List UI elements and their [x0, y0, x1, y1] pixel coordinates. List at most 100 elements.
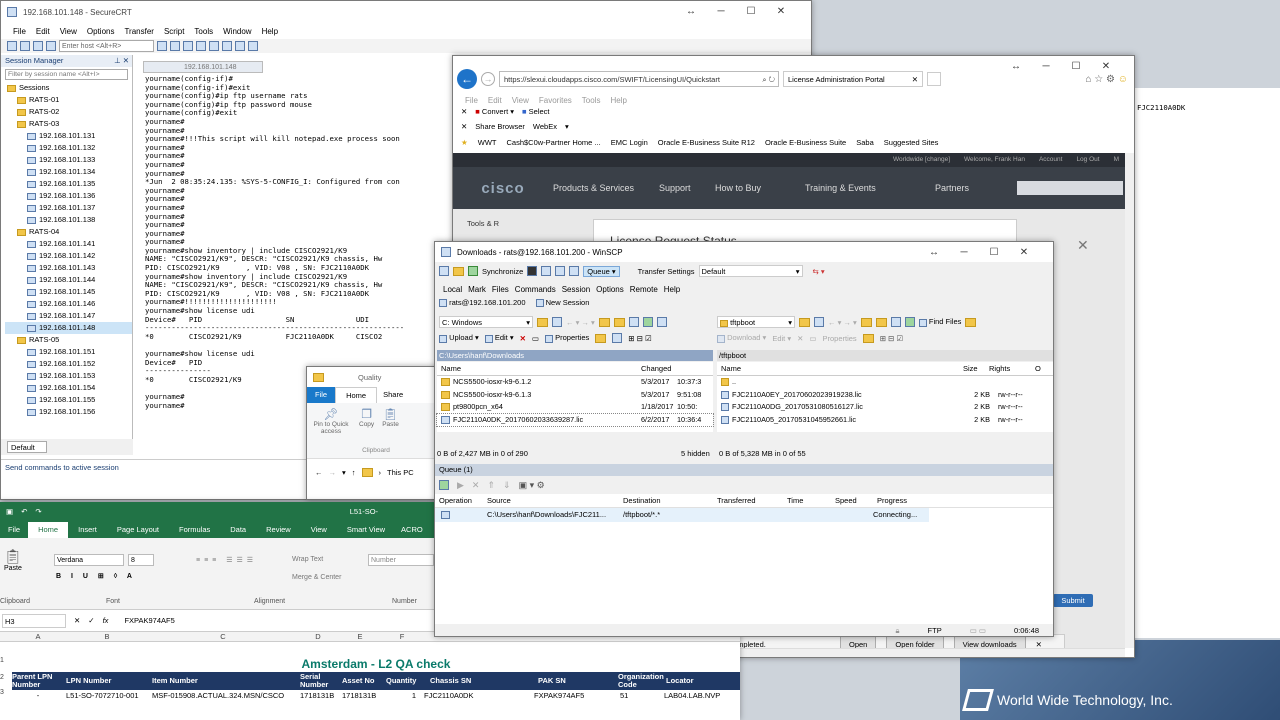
cell-pak[interactable]: FXPAK974AF5: [526, 691, 616, 701]
hdr-pak[interactable]: PAK SN: [526, 672, 618, 690]
sheet-heading[interactable]: Amsterdam - L2 QA check: [12, 657, 740, 671]
hdr-item[interactable]: Item Number: [150, 672, 300, 690]
resize-icon[interactable]: ↔: [919, 242, 949, 264]
cell-item[interactable]: MSF-015908.ACTUAL.324.MSN/CSCO: [150, 691, 300, 701]
cisco-search-field[interactable]: [1017, 181, 1123, 195]
queue-down-icon[interactable]: ⇓: [503, 480, 511, 491]
formula-cancel-icon[interactable]: ✕: [74, 616, 80, 625]
session-item[interactable]: 192.168.101.152: [5, 358, 132, 370]
hdr-quantity[interactable]: Quantity: [386, 672, 426, 690]
nav-training[interactable]: Training & Events: [805, 183, 935, 193]
tab-close-icon[interactable]: ✕: [912, 72, 922, 86]
right-file-row[interactable]: ..: [717, 376, 1053, 389]
back-arrow-icon[interactable]: ←: [457, 69, 477, 89]
queue-button[interactable]: Queue ▾: [583, 265, 620, 277]
properties-button[interactable]: Properties: [545, 333, 589, 343]
nav-support[interactable]: Support: [659, 183, 715, 193]
session-item[interactable]: 192.168.101.146: [5, 298, 132, 310]
hdr-org[interactable]: Organization Code: [618, 672, 664, 690]
compare-icon[interactable]: [555, 266, 566, 276]
excel-tab-review[interactable]: Review: [256, 522, 301, 538]
explorer-titlebar[interactable]: Quality: [307, 367, 445, 387]
session-item[interactable]: 192.168.101.134: [5, 166, 132, 178]
right-col-owner[interactable]: O: [1035, 362, 1045, 375]
hdr-chassis[interactable]: Chassis SN: [426, 672, 526, 690]
folder-icon[interactable]: [453, 266, 464, 276]
queue-col-time[interactable]: Time: [783, 494, 831, 507]
parent-dir-icon[interactable]: [860, 317, 872, 327]
cell-lpn[interactable]: L51-SO-7072710-001: [64, 691, 150, 701]
right-file-row[interactable]: FJC2110A05_20170531045952661.lic 2 KB rw-r…: [717, 414, 1053, 427]
cell-asset[interactable]: 1718131B: [342, 691, 386, 701]
home-dir-icon[interactable]: [890, 317, 901, 327]
hdr-parent-lpn[interactable]: Parent LPN Number: [12, 672, 64, 690]
nav-dropdown-icon[interactable]: ▾: [342, 468, 346, 477]
left-col-changed[interactable]: Changed: [637, 362, 697, 375]
filter-icon[interactable]: [814, 317, 824, 327]
local-browse-icon[interactable]: [439, 266, 449, 276]
print-icon[interactable]: [196, 41, 206, 51]
open-dir-icon[interactable]: [537, 317, 548, 327]
hidden-count[interactable]: 5 hidden: [681, 448, 717, 460]
worldwide-link[interactable]: Worldwide [change]: [893, 153, 950, 167]
keymap-icon[interactable]: [235, 41, 245, 51]
synchronize-icon[interactable]: [468, 266, 478, 276]
queue-col-transferred[interactable]: Transferred: [713, 494, 783, 507]
excel-redo-icon[interactable]: ↷: [35, 507, 41, 516]
col-e[interactable]: E: [340, 632, 380, 641]
queue-col-destination[interactable]: Destination: [621, 494, 713, 507]
remote-new-folder-icon[interactable]: [862, 333, 874, 343]
menu-edit[interactable]: Edit: [36, 27, 50, 36]
cell-org[interactable]: 51: [616, 691, 662, 701]
find-files-button[interactable]: Find Files: [918, 317, 961, 327]
excel-undo-icon[interactable]: ↶: [21, 507, 27, 516]
paste-icon[interactable]: [170, 41, 180, 51]
col-f[interactable]: F: [380, 632, 424, 641]
find-icon[interactable]: [656, 317, 667, 327]
plus-minus-icons[interactable]: ⊞ ⊟ ☑: [628, 334, 651, 343]
fav-saba[interactable]: Saba: [856, 138, 874, 147]
winscp-menu-help[interactable]: Help: [664, 285, 680, 294]
queue-settings-icon[interactable]: ▣ ▾ ⚙: [519, 480, 545, 491]
browser-menu-help[interactable]: Help: [610, 96, 626, 105]
session-item[interactable]: 192.168.101.147: [5, 310, 132, 322]
open-dir-icon[interactable]: [799, 317, 810, 327]
right-col-rights[interactable]: Rights: [985, 362, 1035, 375]
resize-icon[interactable]: ↔: [676, 1, 706, 23]
excel-tab-smart-view[interactable]: Smart View: [337, 522, 395, 538]
more-link[interactable]: M: [1114, 153, 1119, 167]
left-col-name[interactable]: Name: [437, 362, 637, 375]
account-link[interactable]: Account: [1039, 153, 1063, 167]
menu-file[interactable]: File: [13, 27, 26, 36]
session-item[interactable]: 192.168.101.135: [5, 178, 132, 190]
connect-tab-icon[interactable]: [33, 41, 43, 51]
queue-up-icon[interactable]: ⇑: [487, 480, 495, 491]
root-dir-icon[interactable]: [875, 317, 887, 327]
session-folder[interactable]: RATS-05: [5, 334, 132, 346]
right-file-row[interactable]: FJC2110A0DG_20170531080516127.lic 2 KB rw-…: [717, 401, 1053, 414]
remote-dir-dropdown[interactable]: tftpboot ▾: [717, 316, 795, 328]
right-path-header[interactable]: /tftpboot: [717, 350, 1053, 361]
root-dir-icon[interactable]: [613, 317, 625, 327]
explorer-tab-share[interactable]: Share: [377, 387, 409, 403]
session-item[interactable]: 192.168.101.151: [5, 346, 132, 358]
excel-save-icon[interactable]: ▣: [6, 507, 13, 516]
wrap-text-button[interactable]: Wrap Text: [292, 556, 323, 563]
favorites-star-icon[interactable]: ★: [461, 138, 468, 147]
session-item[interactable]: 192.168.101.133: [5, 154, 132, 166]
submit-button[interactable]: Submit: [1053, 594, 1093, 607]
cell-chassis[interactable]: FJC2110A0DK: [420, 691, 526, 701]
new-session-tab[interactable]: New Session: [535, 298, 589, 308]
browser-menu-favorites[interactable]: Favorites: [539, 96, 572, 105]
session-item[interactable]: 192.168.101.137: [5, 202, 132, 214]
session-item[interactable]: 192.168.101.138: [5, 214, 132, 226]
number-format-field[interactable]: Number: [368, 554, 434, 566]
preferences-icon[interactable]: [569, 266, 580, 276]
col-d[interactable]: D: [296, 632, 340, 641]
refresh-icon[interactable]: [904, 317, 915, 327]
queue-play-icon[interactable]: ▶: [457, 480, 464, 491]
session-filter-field[interactable]: Filter by session name <Alt+I>: [5, 69, 128, 80]
enter-host-field[interactable]: Enter host <Alt+R>: [59, 40, 154, 52]
send-commands-label[interactable]: Send commands to active session: [5, 463, 119, 472]
session-folder[interactable]: RATS-04: [5, 226, 132, 238]
